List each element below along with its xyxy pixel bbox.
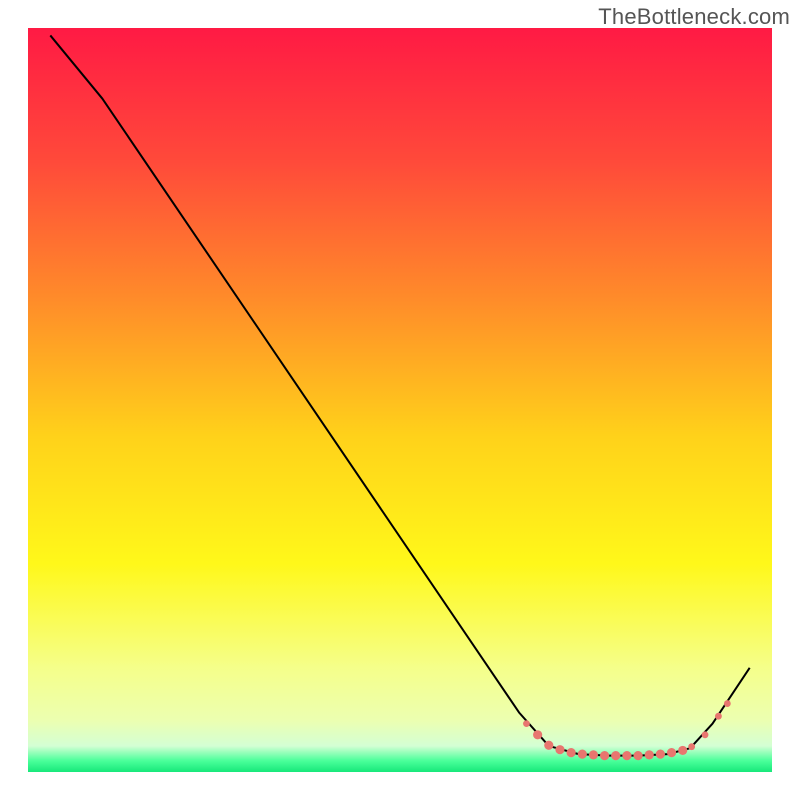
data-dot <box>523 720 530 727</box>
data-dot <box>578 750 587 759</box>
data-dot <box>715 713 722 720</box>
data-dot <box>544 741 553 750</box>
data-dot <box>622 751 631 760</box>
data-dot <box>667 748 676 757</box>
data-dot <box>567 748 576 757</box>
data-dot <box>724 700 731 707</box>
data-dot <box>633 751 642 760</box>
data-dot <box>533 730 542 739</box>
chart-container: TheBottleneck.com <box>0 0 800 800</box>
data-dot <box>678 746 687 755</box>
data-dot <box>645 750 654 759</box>
data-dot <box>555 745 564 754</box>
data-dot <box>688 743 695 750</box>
data-dot <box>589 750 598 759</box>
gradient-background <box>28 28 772 772</box>
watermark-text: TheBottleneck.com <box>598 4 790 30</box>
data-dot <box>702 731 709 738</box>
bottleneck-chart <box>0 0 800 800</box>
data-dot <box>611 751 620 760</box>
data-dot <box>600 751 609 760</box>
data-dot <box>656 750 665 759</box>
